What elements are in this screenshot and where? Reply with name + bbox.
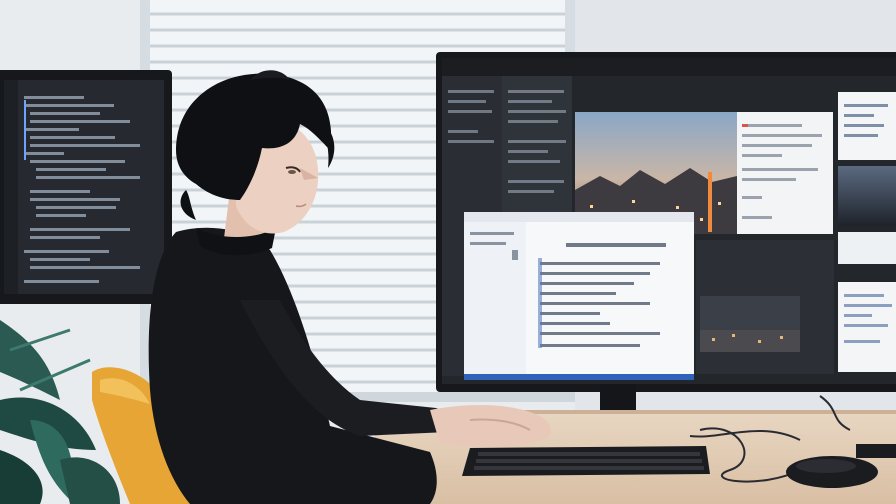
mouse-icon: [786, 456, 878, 488]
monitor-right-icon: [436, 52, 896, 442]
scene-svg: [0, 0, 896, 504]
monitor-left-icon: [0, 70, 172, 304]
illustration-scene: [0, 0, 896, 504]
keyboard-icon: [462, 446, 710, 476]
